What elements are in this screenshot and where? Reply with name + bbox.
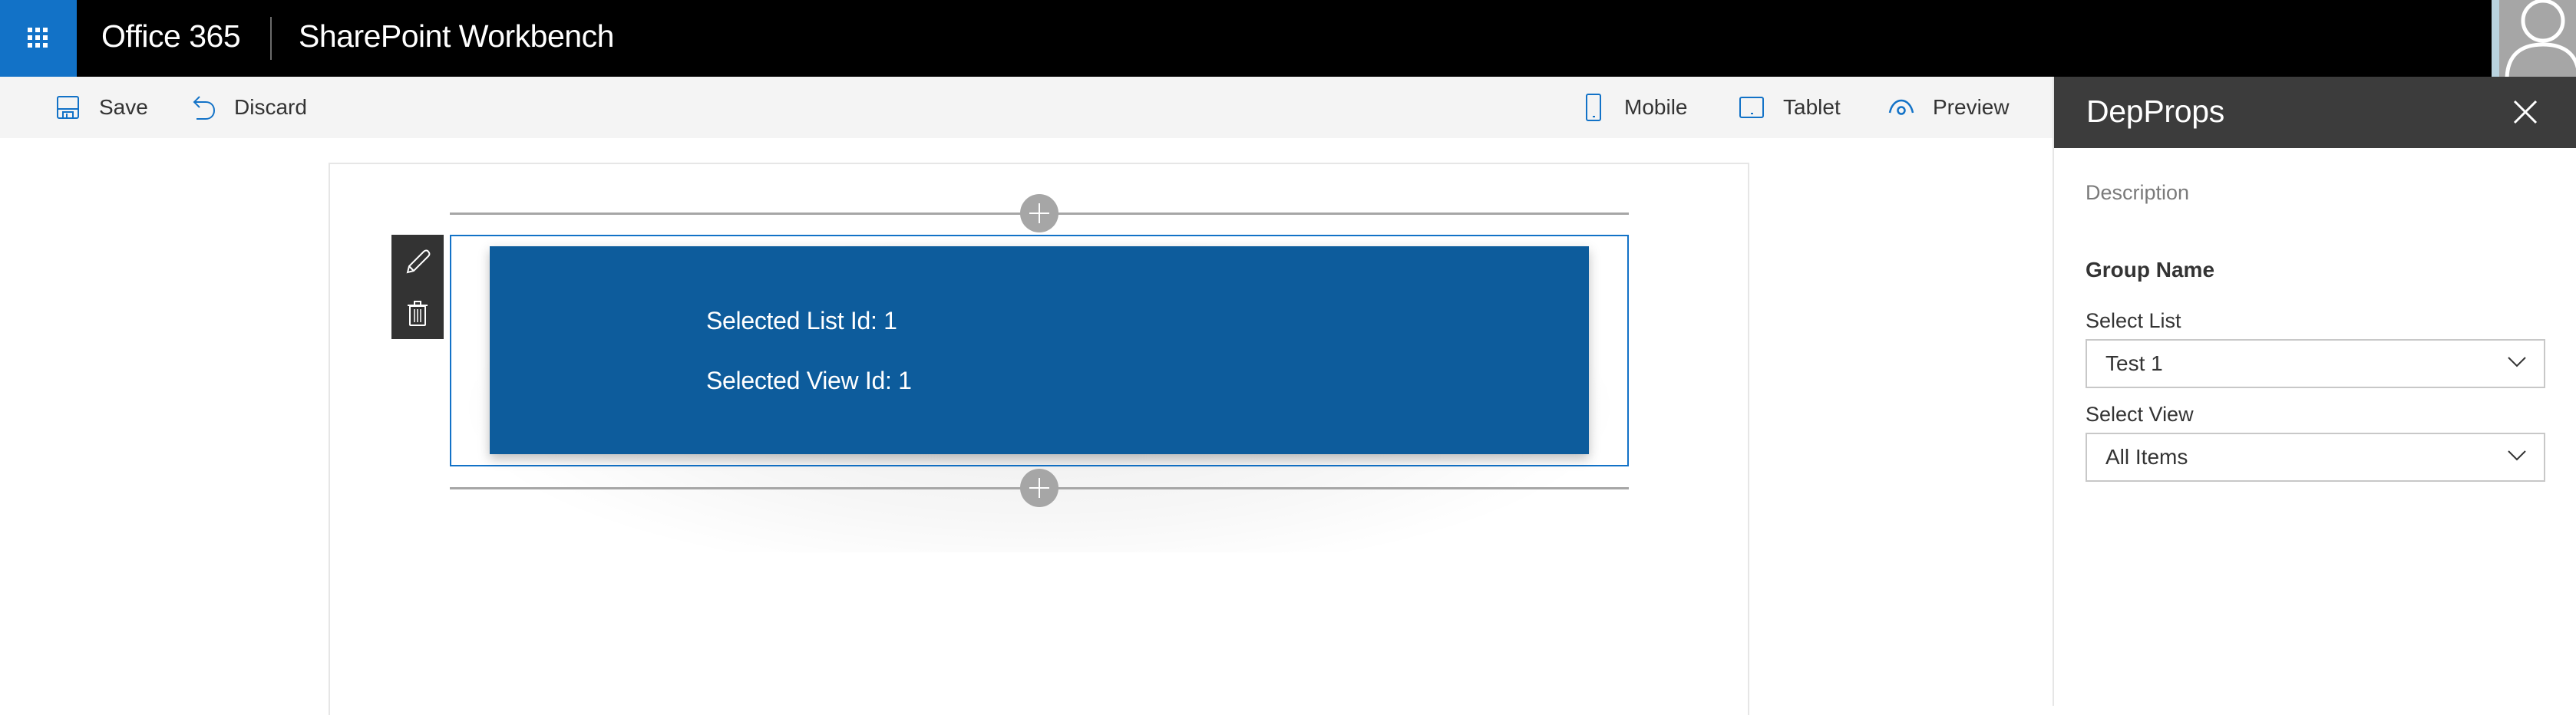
group-name-heading: Group Name	[2086, 258, 2215, 282]
select-view-value: All Items	[2105, 445, 2188, 469]
avatar-accent	[2492, 0, 2499, 77]
delete-webpart-button[interactable]	[391, 287, 444, 339]
discard-label: Discard	[234, 95, 307, 119]
mobile-icon	[1586, 94, 1601, 121]
selected-list-id-text: Selected List Id: 1	[706, 307, 897, 334]
chevron-down-icon	[2508, 357, 2526, 367]
mobile-label: Mobile	[1624, 95, 1688, 119]
app-launcher-icon	[28, 28, 49, 49]
webpart-toolbar	[391, 235, 444, 339]
select-list-dropdown[interactable]: Test 1	[2086, 339, 2545, 388]
pane-description: Description	[2086, 181, 2190, 204]
edit-webpart-button[interactable]	[391, 236, 444, 288]
property-pane-title: DepProps	[2086, 94, 2224, 129]
discard-button[interactable]: Discard	[192, 77, 307, 138]
property-pane-header: DepProps	[2054, 77, 2576, 148]
tablet-button[interactable]: Tablet	[1739, 77, 1841, 138]
webpart-body	[490, 246, 1589, 454]
selected-view-id-text: Selected View Id: 1	[706, 367, 912, 394]
select-view-dropdown[interactable]: All Items	[2086, 433, 2545, 482]
user-avatar-button[interactable]	[2499, 0, 2576, 77]
select-list-label: Select List	[2086, 309, 2181, 332]
preview-label: Preview	[1933, 95, 2010, 119]
property-pane	[2053, 77, 2576, 706]
pencil-icon	[406, 249, 431, 274]
trash-icon	[408, 301, 428, 326]
user-avatar-icon	[2505, 0, 2576, 77]
chevron-down-icon	[2508, 450, 2526, 461]
mobile-button[interactable]: Mobile	[1586, 77, 1687, 138]
title-divider	[270, 17, 272, 60]
undo-icon	[193, 96, 216, 120]
brand-label[interactable]: Office 365	[101, 18, 241, 54]
save-label: Save	[99, 95, 148, 119]
close-pane-button[interactable]	[2510, 97, 2541, 127]
save-icon	[57, 96, 79, 119]
tablet-label: Tablet	[1783, 95, 1841, 119]
add-webpart-top-button[interactable]	[1020, 194, 1058, 232]
app-launcher-button[interactable]	[0, 0, 77, 77]
select-view-label: Select View	[2086, 403, 2194, 426]
preview-button[interactable]: Preview	[1888, 77, 2010, 138]
suite-bar: Office 365 SharePoint Workbench	[0, 0, 2576, 77]
command-bar: Save Discard Mobile Tablet Preview	[0, 77, 2053, 138]
select-list-value: Test 1	[2105, 351, 2163, 375]
add-webpart-bottom-button[interactable]	[1020, 469, 1058, 507]
close-icon	[2513, 100, 2538, 124]
eye-icon	[1888, 99, 1914, 115]
tablet-icon	[1739, 97, 1764, 118]
save-button[interactable]: Save	[57, 77, 148, 138]
app-title: SharePoint Workbench	[299, 18, 614, 54]
